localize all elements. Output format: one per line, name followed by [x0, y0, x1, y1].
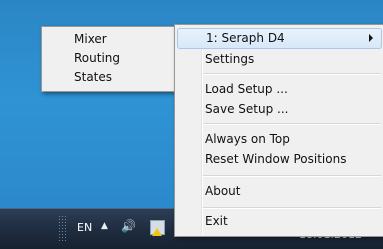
menu-item-settings[interactable]: Settings — [177, 49, 382, 70]
menu-item-mixer[interactable]: Mixer — [44, 29, 180, 50]
menu-separator — [203, 175, 381, 177]
menu-item-label: Settings — [205, 52, 255, 66]
menu-separator — [203, 73, 381, 75]
menu-item-label: Exit — [205, 214, 228, 228]
speaker-icon[interactable]: 🔊 — [121, 219, 136, 233]
warning-icon — [152, 228, 162, 236]
menu-item-save-setup[interactable]: Save Setup ... — [177, 99, 382, 120]
language-indicator[interactable]: EN — [77, 221, 92, 234]
menu-item-label: Routing — [74, 51, 121, 65]
menu-item-states[interactable]: States — [44, 67, 180, 88]
submenu-arrow-icon — [369, 34, 373, 42]
menu-item-label: Mixer — [74, 32, 107, 46]
menu-item-label: 1: Seraph D4 — [206, 31, 285, 45]
menu-item-device[interactable]: 1: Seraph D4 — [177, 28, 382, 49]
menu-item-label: Save Setup ... — [205, 102, 289, 116]
menu-item-about[interactable]: About — [177, 181, 382, 202]
menu-item-label: Load Setup ... — [205, 82, 288, 96]
tray-context-menu: 1: Seraph D4 Settings Load Setup ... Sav… — [174, 24, 383, 237]
menu-item-label: Always on Top — [205, 132, 290, 146]
taskbar-grip[interactable] — [58, 215, 66, 243]
menu-item-exit[interactable]: Exit — [177, 211, 382, 232]
menu-item-label: Reset Window Positions — [205, 152, 347, 166]
menu-item-load-setup[interactable]: Load Setup ... — [177, 79, 382, 100]
menu-item-reset-window-positions[interactable]: Reset Window Positions — [177, 149, 382, 170]
device-submenu: Mixer Routing States — [41, 26, 183, 92]
menu-item-label: States — [74, 70, 113, 84]
menu-item-always-on-top[interactable]: Always on Top — [177, 129, 382, 150]
chevron-up-icon[interactable]: ▲ — [101, 221, 108, 231]
menu-separator — [203, 123, 381, 125]
menu-separator — [203, 207, 381, 209]
menu-item-routing[interactable]: Routing — [44, 48, 180, 69]
menu-item-label: About — [205, 184, 241, 198]
